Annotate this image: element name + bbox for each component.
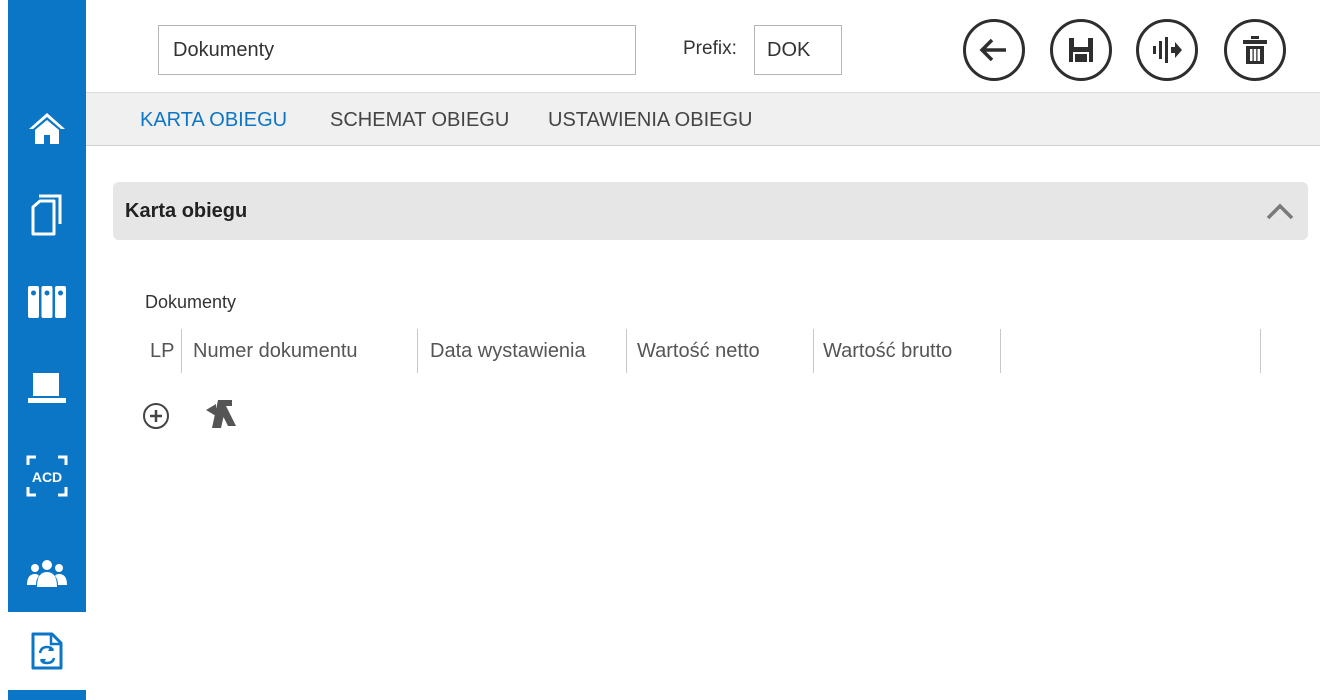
column-header-wartosc-netto[interactable]: Wartość netto <box>637 340 760 363</box>
section-header[interactable]: Karta obiegu <box>113 182 1308 240</box>
sidebar-item-home[interactable] <box>8 88 86 168</box>
sidebar-item-workflow[interactable] <box>8 616 86 686</box>
workflow-button[interactable] <box>1136 19 1198 81</box>
sidebar-item-contractors[interactable] <box>8 533 86 613</box>
prefix-label: Prefix: <box>683 38 737 59</box>
home-icon <box>29 113 65 144</box>
add-circle-icon[interactable] <box>140 400 172 432</box>
column-header-numer-dokumentu[interactable]: Numer dokumentu <box>193 340 358 363</box>
sidebar-item-binders[interactable] <box>8 262 86 342</box>
section-title: Karta obiegu <box>125 200 248 222</box>
acd-icon: ACD <box>26 455 68 497</box>
back-button[interactable] <box>963 19 1025 81</box>
column-separator[interactable] <box>417 329 418 373</box>
column-header-data-wystawienia[interactable]: Data wystawienia <box>430 340 586 363</box>
save-button[interactable] <box>1050 19 1112 81</box>
tab-ustawienia-obiegu[interactable]: USTAWIENIA OBIEGU <box>548 109 752 132</box>
column-separator[interactable] <box>813 329 814 373</box>
acd-icon-text: ACD <box>32 469 62 485</box>
sidebar-item-documents[interactable] <box>8 175 86 255</box>
trash-icon <box>1243 36 1267 64</box>
column-separator <box>1260 329 1261 373</box>
chevron-up-icon[interactable] <box>1264 198 1296 224</box>
contractors-icon <box>27 560 67 587</box>
tab-karta-obiegu[interactable]: KARTA OBIEGU <box>140 109 287 132</box>
back-arrow-icon <box>979 38 1006 62</box>
column-header-wartosc-brutto[interactable]: Wartość brutto <box>823 340 952 363</box>
column-header-lp[interactable]: LP <box>150 340 174 363</box>
sidebar: ACD <box>8 0 86 700</box>
column-separator[interactable] <box>181 329 182 373</box>
workflow-document-icon <box>31 632 63 670</box>
remove-document-icon[interactable] <box>204 396 240 432</box>
binders-icon <box>28 286 66 318</box>
prefix-input[interactable] <box>754 25 842 75</box>
sidebar-bottom-strip <box>8 690 86 700</box>
documents-icon <box>31 194 62 236</box>
sidebar-item-scanner[interactable] <box>8 349 86 429</box>
name-input[interactable] <box>158 25 636 75</box>
delete-button[interactable] <box>1224 19 1286 81</box>
tabs-bar: KARTA OBIEGU SCHEMAT OBIEGU USTAWIENIA O… <box>86 92 1320 146</box>
tab-schemat-obiegu[interactable]: SCHEMAT OBIEGU <box>330 109 509 132</box>
sidebar-item-acd[interactable]: ACD <box>8 436 86 516</box>
grid-label: Dokumenty <box>145 292 237 312</box>
column-separator[interactable] <box>1000 329 1001 373</box>
scanner-icon <box>28 373 66 403</box>
save-icon <box>1069 38 1093 62</box>
workflow-icon <box>1153 37 1182 63</box>
column-separator[interactable] <box>626 329 627 373</box>
